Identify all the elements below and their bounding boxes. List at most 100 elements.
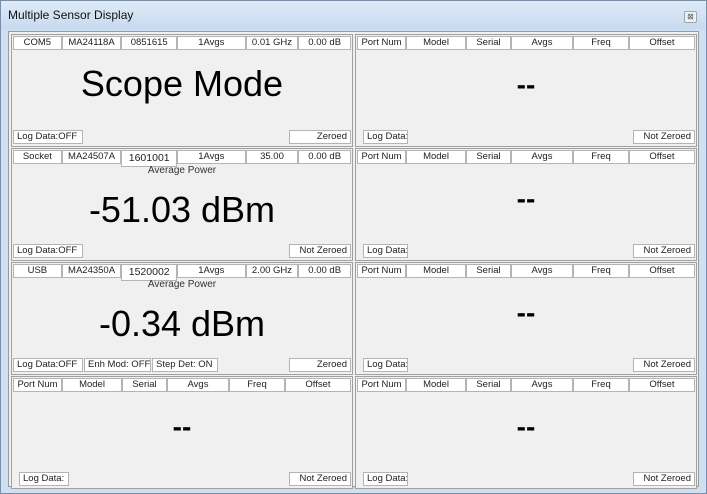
avgs-cell: 1Avgs: [177, 36, 246, 50]
avgs-cell: 1Avgs: [177, 150, 246, 164]
sensor-footer: Log Data:OFF Enh Mod: OFF Step Det: ON Z…: [13, 358, 351, 373]
port-num-header: Port Num: [357, 378, 406, 392]
zero-status: Not Zeroed: [289, 244, 351, 258]
measurement-value: -51.03 dBm: [88, 189, 276, 230]
model-header: Model: [406, 378, 466, 392]
port-cell: Socket: [13, 150, 62, 164]
sensor-header: Port Num Model Serial Avgs Freq Offset: [357, 150, 695, 164]
window-title: Multiple Sensor Display: [8, 8, 134, 22]
measurement-value: --: [516, 411, 536, 442]
model-header: Model: [406, 264, 466, 278]
freq-header: Freq: [573, 150, 629, 164]
sensor-panel-empty-2[interactable]: Port Num Model Serial Avgs Freq Offset -…: [355, 148, 697, 261]
model-cell: MA24350A: [61, 264, 122, 278]
zero-status: Not Zeroed: [289, 472, 351, 486]
title-bar[interactable]: Multiple Sensor Display ⊠: [1, 1, 706, 29]
log-data-status: Log Data:OFF: [13, 244, 83, 258]
freq-header: Freq: [229, 378, 285, 392]
sensor-header: Socket MA24507A 1601001 1Avgs 35.00 0.00…: [13, 150, 351, 167]
sensor-header: Port Num Model Serial Avgs Freq Offset: [357, 36, 695, 50]
offset-header: Offset: [629, 378, 695, 392]
sensor-panel-empty-4[interactable]: Port Num Model Serial Avgs Freq Offset -…: [11, 376, 353, 489]
offset-cell: 0.00 dB: [298, 150, 351, 164]
avgs-header: Avgs: [167, 378, 229, 392]
log-data-status: Log Data:: [363, 130, 408, 144]
zero-status: Not Zeroed: [633, 472, 695, 486]
zero-status: Not Zeroed: [633, 358, 695, 372]
avgs-header: Avgs: [511, 150, 573, 164]
sensor-footer: Log Data: Not Zeroed: [357, 472, 695, 487]
model-header: Model: [406, 36, 466, 50]
sensor-footer: Log Data:OFF Zeroed: [13, 130, 351, 145]
freq-header: Freq: [573, 36, 629, 50]
enh-mod-status: Enh Mod: OFF: [84, 358, 151, 372]
sensor-panel-usb[interactable]: USB MA24350A 1520002 1Avgs 2.00 GHz 0.00…: [11, 262, 353, 375]
sensor-panel-empty-1[interactable]: Port Num Model Serial Avgs Freq Offset -…: [355, 34, 697, 147]
step-det-status: Step Det: ON: [152, 358, 218, 372]
freq-cell: 35.00: [245, 150, 299, 164]
measurement-value: Scope Mode: [80, 63, 284, 104]
measurement-value: -0.34 dBm: [98, 303, 266, 344]
offset-cell: 0.00 dB: [298, 264, 351, 278]
zero-status: Not Zeroed: [633, 130, 695, 144]
measurement-value: --: [516, 297, 536, 328]
log-data-status: Log Data:OFF: [13, 130, 83, 144]
model-header: Model: [62, 378, 122, 392]
offset-header: Offset: [629, 150, 695, 164]
avgs-cell: 1Avgs: [177, 264, 246, 278]
avgs-header: Avgs: [511, 378, 573, 392]
sensor-panel-empty-5[interactable]: Port Num Model Serial Avgs Freq Offset -…: [355, 376, 697, 489]
measurement-value: --: [172, 411, 192, 442]
zero-status: Zeroed: [289, 130, 351, 144]
zero-status: Not Zeroed: [633, 244, 695, 258]
model-cell: MA24118A: [61, 36, 122, 50]
port-num-header: Port Num: [357, 264, 406, 278]
avgs-header: Avgs: [511, 264, 573, 278]
serial-header: Serial: [466, 378, 511, 392]
sensor-panel-empty-3[interactable]: Port Num Model Serial Avgs Freq Offset -…: [355, 262, 697, 375]
sensor-footer: Log Data: Not Zeroed: [357, 244, 695, 259]
sensor-footer: Log Data: Not Zeroed: [13, 472, 351, 487]
model-header: Model: [406, 150, 466, 164]
sensor-header: COM5 MA24118A 0851615 1Avgs 0.01 GHz 0.0…: [13, 36, 351, 50]
sensor-panel-socket[interactable]: Socket MA24507A 1601001 1Avgs 35.00 0.00…: [11, 148, 353, 261]
offset-header: Offset: [629, 36, 695, 50]
port-num-header: Port Num: [13, 378, 62, 392]
log-data-status: Log Data:: [363, 472, 408, 486]
measurement-value: --: [516, 183, 536, 214]
log-data-status: Log Data:OFF: [13, 358, 83, 372]
measurement-value: --: [516, 69, 536, 100]
offset-header: Offset: [629, 264, 695, 278]
freq-cell: 2.00 GHz: [245, 264, 299, 278]
measurement-label: Average Power: [147, 165, 217, 176]
log-data-status: Log Data:: [19, 472, 69, 486]
port-num-header: Port Num: [357, 36, 406, 50]
freq-cell: 0.01 GHz: [245, 36, 299, 50]
sensor-header: USB MA24350A 1520002 1Avgs 2.00 GHz 0.00…: [13, 264, 351, 281]
freq-header: Freq: [573, 378, 629, 392]
close-icon[interactable]: ⊠: [684, 11, 697, 23]
serial-header: Serial: [122, 378, 167, 392]
serial-header: Serial: [466, 150, 511, 164]
sensor-header: Port Num Model Serial Avgs Freq Offset: [357, 264, 695, 278]
log-data-status: Log Data:: [363, 244, 408, 258]
offset-cell: 0.00 dB: [298, 36, 351, 50]
model-cell: MA24507A: [61, 150, 122, 164]
freq-header: Freq: [573, 264, 629, 278]
serial-header: Serial: [466, 36, 511, 50]
sensor-footer: Log Data: Not Zeroed: [357, 358, 695, 373]
log-data-status: Log Data:: [363, 358, 408, 372]
sensor-header: Port Num Model Serial Avgs Freq Offset: [13, 378, 351, 392]
port-cell: COM5: [13, 36, 62, 50]
sensor-header: Port Num Model Serial Avgs Freq Offset: [357, 378, 695, 392]
serial-header: Serial: [466, 264, 511, 278]
zero-status: Zeroed: [289, 358, 351, 372]
sensor-display-window: Multiple Sensor Display ⊠ COM5 MA24118A …: [0, 0, 707, 494]
serial-cell: 0851615: [121, 36, 178, 50]
sensor-panel-com5[interactable]: COM5 MA24118A 0851615 1Avgs 0.01 GHz 0.0…: [11, 34, 353, 147]
sensor-footer: Log Data: Not Zeroed: [357, 130, 695, 145]
avgs-header: Avgs: [511, 36, 573, 50]
port-cell: USB: [13, 264, 62, 278]
sensor-footer: Log Data:OFF Not Zeroed: [13, 244, 351, 259]
offset-header: Offset: [285, 378, 351, 392]
